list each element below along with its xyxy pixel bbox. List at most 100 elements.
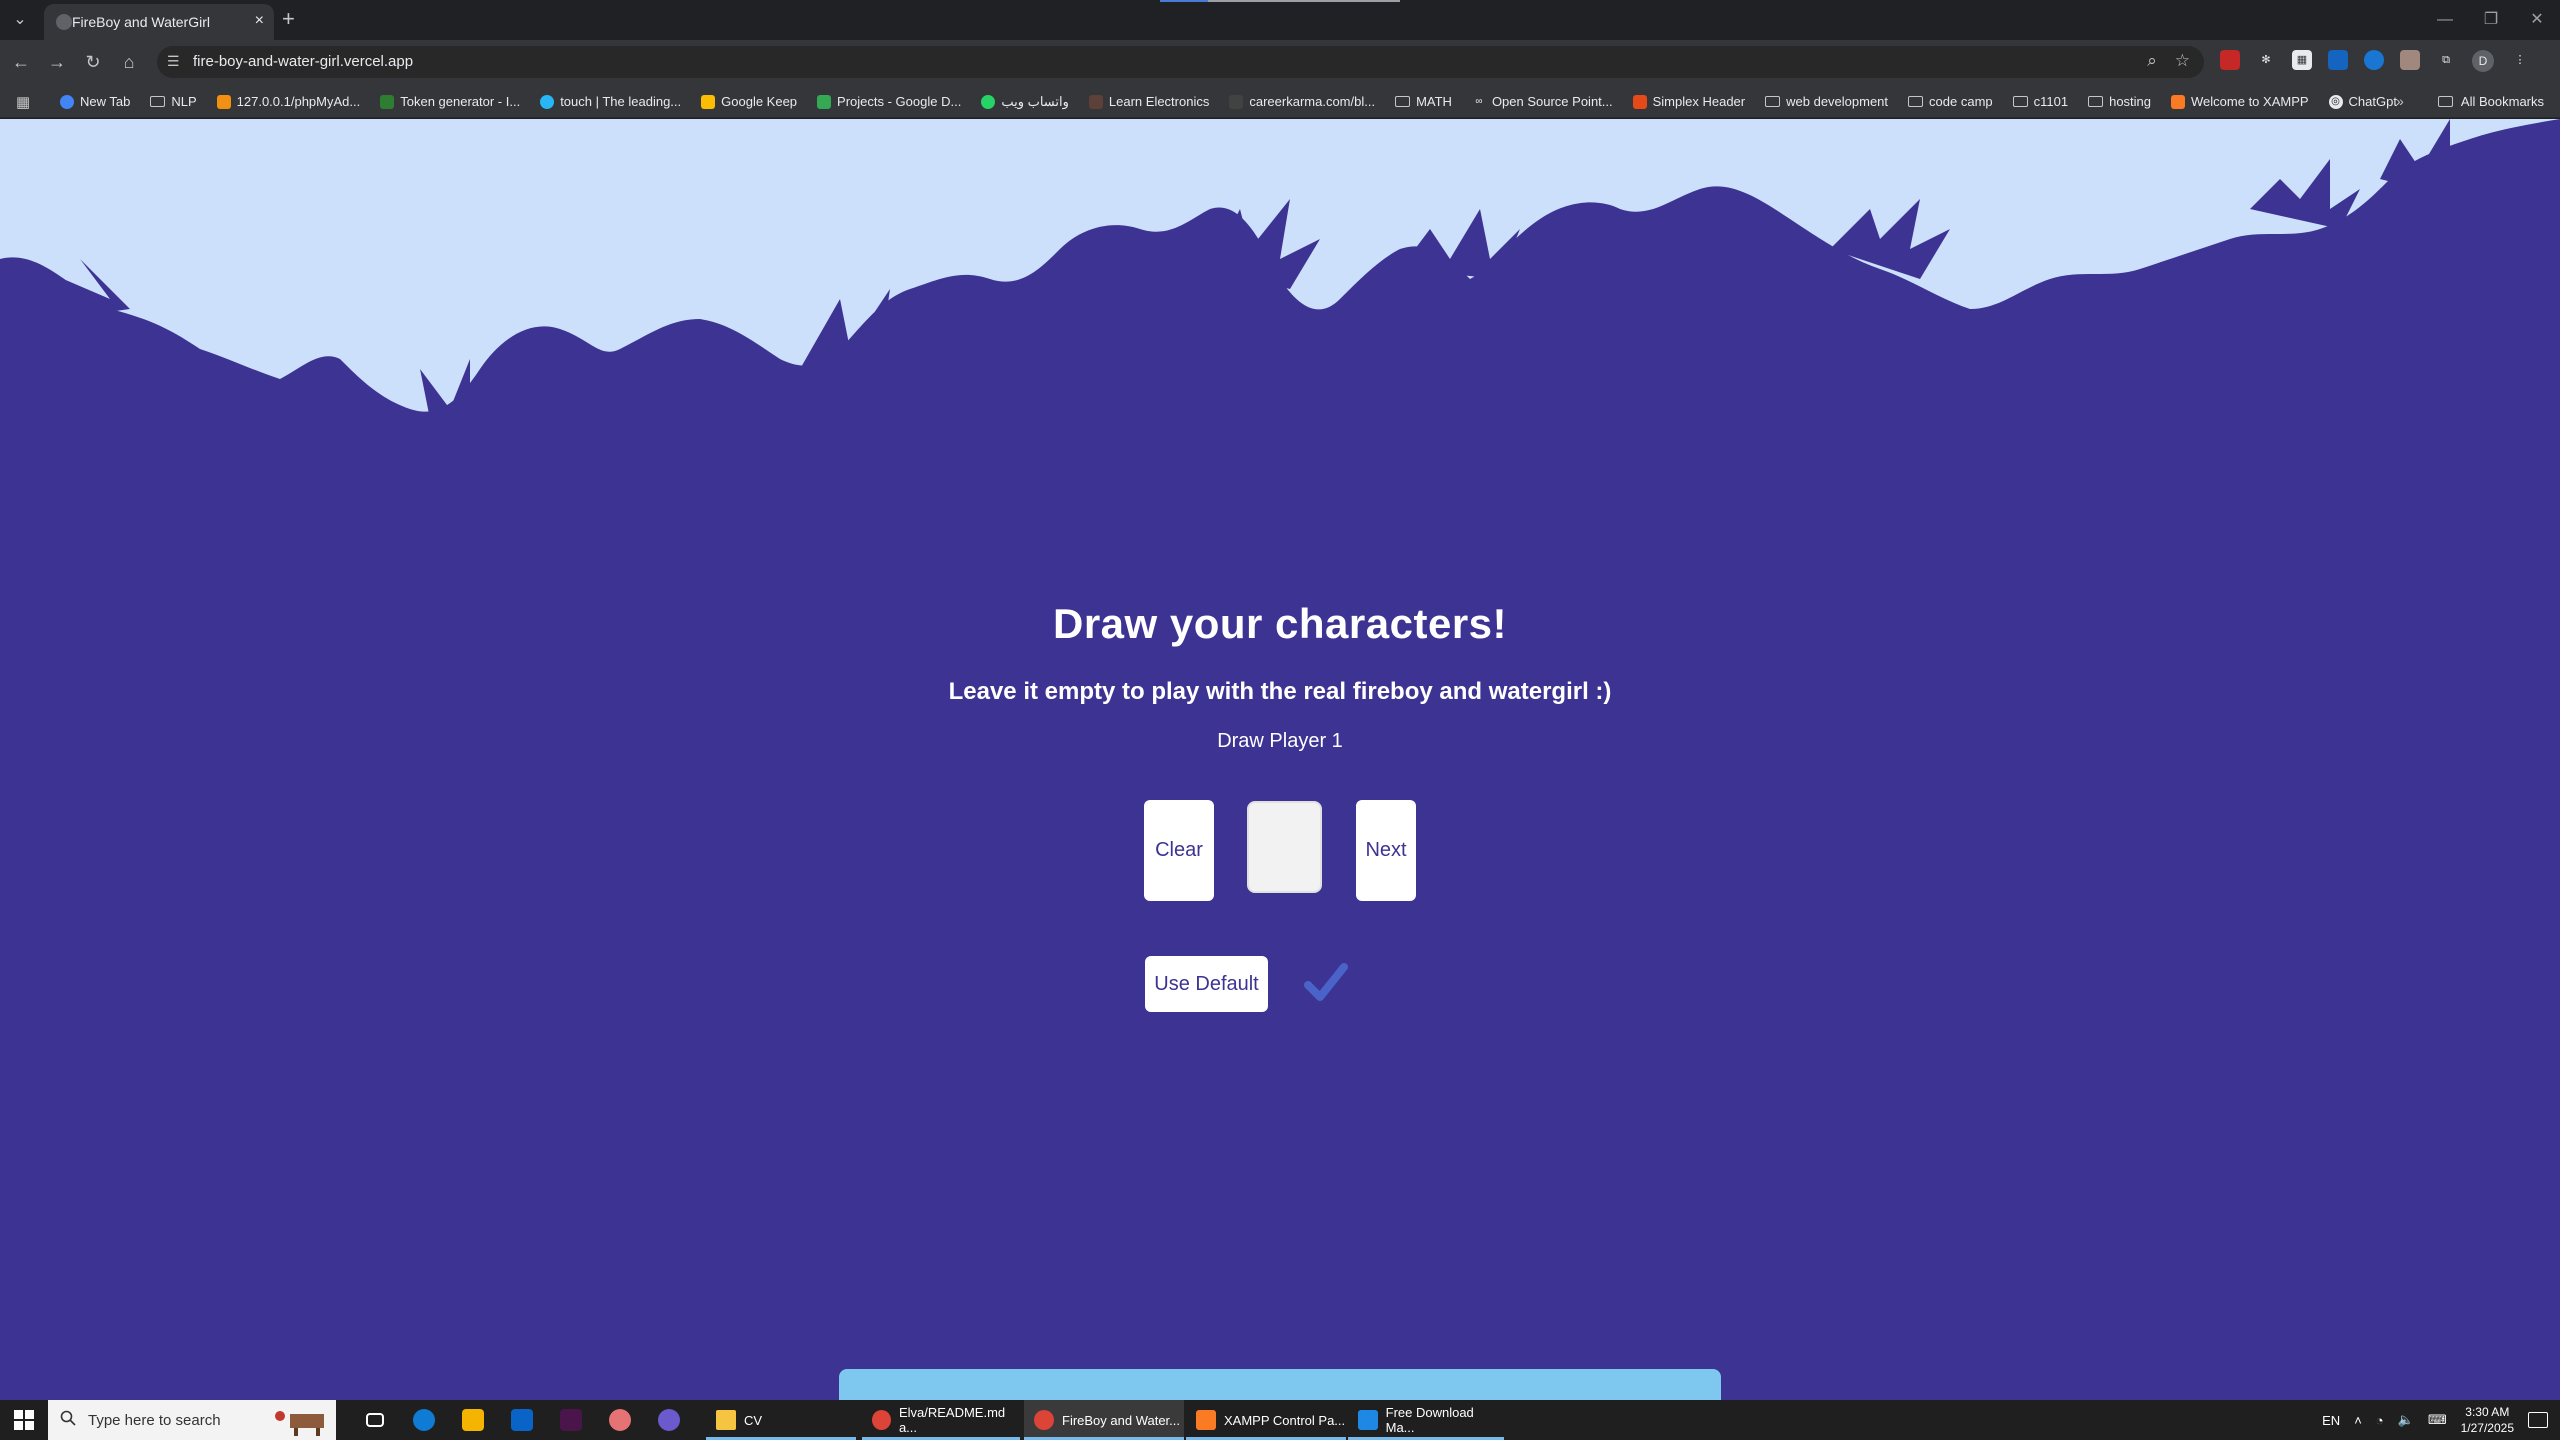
chevron-double-right-icon[interactable]: » (2396, 93, 2404, 109)
new-tab-plus-icon[interactable]: + (282, 8, 295, 30)
bookmark-favicon-icon (981, 94, 996, 109)
network-icon[interactable]: ◔ (2376, 1413, 2384, 1428)
bookmark-favicon-icon (216, 94, 231, 109)
bookmark-simplex-header[interactable]: Simplex Header (1632, 94, 1745, 109)
window-close-icon[interactable]: ✕ (2514, 0, 2560, 40)
chrome-icon (1034, 1410, 1054, 1430)
bookmark-math[interactable]: MATH (1395, 94, 1452, 109)
extension-gear-icon[interactable]: ✻ (2256, 50, 2276, 70)
reload-icon[interactable]: ↻ (81, 50, 105, 74)
task-view-icon[interactable] (350, 1400, 399, 1440)
slack-icon[interactable] (546, 1400, 595, 1440)
tab-title: FireBoy and WaterGirl (72, 14, 210, 30)
bookmark-projects[interactable]: Projects - Google D... (817, 94, 961, 109)
extension-blue-icon[interactable] (2328, 50, 2348, 70)
link-icon: ∞ (1475, 95, 1483, 107)
checkmark-icon (1304, 963, 1348, 1001)
tab-favicon-icon (56, 14, 72, 30)
tab-search-icon[interactable]: ⌄ (8, 8, 32, 32)
app-icon[interactable] (595, 1400, 644, 1440)
site-info-icon[interactable]: ☰ (167, 53, 180, 70)
tab-loading-indicator (1160, 0, 1400, 2)
taskbar-search[interactable]: Type here to search (48, 1400, 336, 1440)
minimize-icon[interactable]: — (2422, 0, 2468, 40)
address-bar[interactable]: ☰ fire-boy-and-water-girl.vercel.app ⌕ ☆ (157, 46, 2204, 78)
tab-strip: ⌄ FireBoy and WaterGirl × + — ❐ ✕ (0, 0, 2560, 40)
chrome-icon (872, 1410, 891, 1430)
taskbar-folder-cv[interactable]: CV (706, 1400, 856, 1440)
folder-icon (2012, 96, 2028, 107)
taskbar: Type here to search CV Elva/README.md a.… (0, 1400, 2560, 1440)
bookmark-whatsapp[interactable]: واتساب ويب (981, 94, 1069, 110)
folder-icon (1908, 96, 1924, 107)
taskbar-app-readme[interactable]: Elva/README.md a... (862, 1400, 1020, 1440)
forward-arrow-icon[interactable]: → (45, 50, 69, 74)
bookmark-hosting[interactable]: hosting (2088, 94, 2151, 109)
bookmark-favicon-icon (701, 94, 716, 109)
system-tray: EN ˄ ◔ 🔈 ⌨ 3:30 AM 1/27/2025 (2322, 1400, 2560, 1440)
bookmark-web-development[interactable]: web development (1765, 94, 1888, 109)
search-highlight-art-icon (275, 1411, 324, 1436)
extension-shield-icon[interactable] (2364, 50, 2384, 70)
clock[interactable]: 3:30 AM 1/27/2025 (2461, 1404, 2514, 1436)
bookmark-star-icon[interactable]: ☆ (2175, 51, 2190, 71)
back-arrow-icon[interactable]: ← (9, 50, 33, 74)
home-icon[interactable]: ⌂ (117, 50, 141, 74)
drawing-canvas[interactable] (1247, 801, 1322, 893)
bookmark-code-camp[interactable]: code camp (1908, 94, 1993, 109)
page-title: Draw your characters! (1052, 600, 1508, 647)
bookmark-new-tab[interactable]: New Tab (60, 94, 130, 109)
bookmark-careerkarma[interactable]: careerkarma.com/bl... (1229, 94, 1375, 109)
bookmark-nlp[interactable]: NLP (150, 94, 197, 109)
restore-icon[interactable]: ❐ (2468, 0, 2514, 40)
all-bookmarks[interactable]: All Bookmarks (2437, 94, 2544, 109)
bookmark-favicon-icon: ◎ (2328, 94, 2343, 109)
bookmark-token-generator[interactable]: Token generator - I... (380, 94, 520, 109)
outlook-icon[interactable] (497, 1400, 546, 1440)
bookmark-google-keep[interactable]: Google Keep (701, 94, 797, 109)
notification-icon[interactable] (2528, 1412, 2548, 1428)
edge-icon[interactable] (399, 1400, 448, 1440)
bookmark-touch[interactable]: touch | The leading... (540, 94, 681, 109)
store-icon[interactable] (448, 1400, 497, 1440)
url-text[interactable]: fire-boy-and-water-girl.vercel.app (193, 53, 413, 70)
taskbar-app-fdm[interactable]: Free Download Ma... (1348, 1400, 1504, 1440)
player-label: Draw Player 1 (1217, 730, 1343, 752)
bookmark-open-source-point[interactable]: ∞ Open Source Point... (1472, 94, 1612, 109)
close-icon[interactable]: × (255, 12, 264, 30)
folder-icon (1395, 96, 1411, 107)
bookmarks-bar: ▦ New Tab NLP 127.0.0.1/phpMyAd... Token… (0, 85, 2560, 118)
bookmark-favicon-icon (1229, 94, 1244, 109)
volume-icon[interactable]: 🔈 (2398, 1412, 2414, 1428)
windows-start-icon[interactable] (14, 1410, 34, 1430)
zoom-icon[interactable]: ⌕ (2147, 51, 2157, 71)
extension-red-icon[interactable] (2220, 50, 2240, 70)
bookmark-chatgpt[interactable]: ◎ ChatGpt (2328, 94, 2397, 109)
use-default-button[interactable]: Use Default (1145, 956, 1268, 1012)
bookmark-phpmyadmin[interactable]: 127.0.0.1/phpMyAd... (216, 94, 360, 109)
more-menu-icon[interactable]: ⋮ (2510, 50, 2530, 70)
apps-grid-icon[interactable]: ▦ (16, 93, 30, 111)
tab-active[interactable]: FireBoy and WaterGirl × (44, 4, 274, 40)
taskbar-app-xampp[interactable]: XAMPP Control Pa... (1186, 1400, 1346, 1440)
xampp-icon (1196, 1410, 1216, 1430)
profile-avatar[interactable]: D (2472, 50, 2494, 72)
game-page: Draw your characters! Leave it empty to … (0, 119, 2560, 1400)
language-indicator[interactable]: EN (2322, 1413, 2340, 1428)
bookmark-favicon-icon (1632, 94, 1647, 109)
chevron-up-icon[interactable]: ˄ (2354, 1413, 2362, 1428)
bookmark-c1101[interactable]: c1101 (2012, 94, 2068, 109)
clear-button[interactable]: Clear (1144, 800, 1214, 901)
keyboard-icon[interactable]: ⌨ (2428, 1412, 2447, 1428)
taskbar-app-fireboy[interactable]: FireBoy and Water... (1024, 1400, 1184, 1440)
bookmark-favicon-icon (1088, 94, 1103, 109)
next-button[interactable]: Next (1356, 800, 1416, 901)
extensions-row: ✻ ▦ ⧉ D ⋮ (2220, 50, 2530, 72)
extensions-puzzle-icon[interactable]: ⧉ (2436, 50, 2456, 70)
extension-square-icon[interactable]: ▦ (2292, 50, 2312, 70)
bookmark-learn-electronics[interactable]: Learn Electronics (1088, 94, 1209, 109)
window-controls: — ❐ ✕ (2422, 0, 2560, 40)
copilot-icon[interactable] (644, 1400, 693, 1440)
bookmark-xampp[interactable]: Welcome to XAMPP (2171, 94, 2309, 109)
extension-brown-icon[interactable] (2400, 50, 2420, 70)
